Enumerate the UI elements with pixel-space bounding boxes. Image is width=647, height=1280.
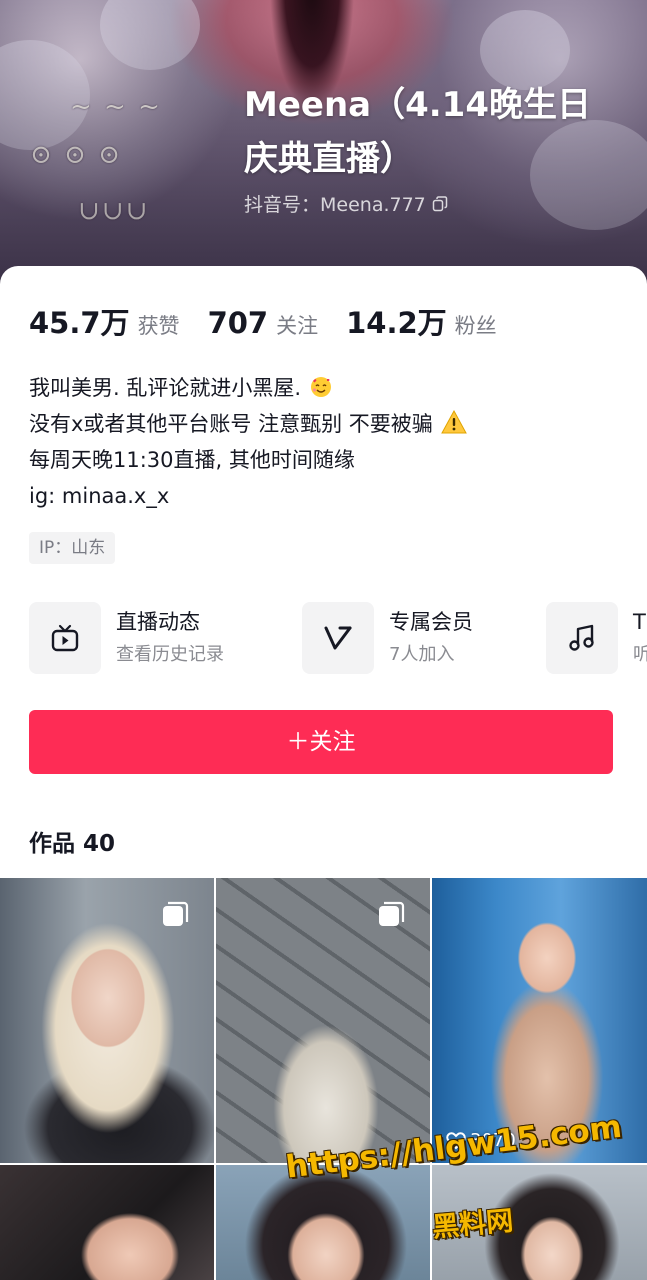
multi-image-icon — [163, 901, 189, 926]
music-note-icon — [569, 624, 594, 651]
stat-following[interactable]: 707 关注 — [208, 306, 319, 340]
warning-icon — [441, 410, 468, 434]
video-thumbnail[interactable] — [0, 1165, 214, 1280]
video-thumbnail[interactable] — [216, 878, 430, 1163]
bio-line-1: 我叫美男. 乱评论就进小黑屋. — [29, 376, 302, 400]
video-grid: 3070 — [0, 878, 647, 1280]
stats-bar: 45.7万 获赞 707 关注 14.2万 粉丝 — [29, 300, 525, 342]
stat-followers[interactable]: 14.2万 粉丝 — [346, 300, 497, 342]
tv-icon — [51, 624, 79, 652]
bio: 我叫美男. 乱评论就进小黑屋. 没有x或者其他平台账号 注意甄别 不要被骗 每周… — [29, 370, 629, 514]
profile-name: Meena（4.14晚生日 庆典直播） — [244, 85, 591, 179]
video-thumbnail[interactable] — [0, 878, 214, 1163]
feature-entries: 直播动态 查看历史记录 专属会员 7人加入 T 听 — [29, 602, 647, 674]
watermark-label: 黑料网 — [431, 1205, 515, 1244]
multi-image-icon — [379, 901, 405, 926]
follow-button[interactable]: ＋关注 — [29, 710, 613, 774]
works-tab-title[interactable]: 作品 40 — [29, 824, 115, 858]
bio-line-4: ig: minaa.x_x — [29, 484, 170, 508]
feature-live-history[interactable]: 直播动态 查看历史记录 — [29, 602, 224, 674]
stat-likes[interactable]: 45.7万 获赞 — [29, 300, 180, 342]
ip-location-tag: IP：山东 — [29, 532, 116, 564]
feature-music[interactable]: T 听 — [546, 602, 647, 674]
douyin-id[interactable]: 抖音号：Meena.777 — [244, 190, 448, 217]
copy-icon[interactable] — [432, 195, 448, 212]
video-thumbnail[interactable] — [216, 1165, 430, 1280]
bio-line-2: 没有x或者其他平台账号 注意甄别 不要被骗 — [29, 412, 433, 436]
smiling-face-with-hearts-icon — [310, 377, 331, 397]
feature-membership[interactable]: 专属会员 7人加入 — [302, 602, 473, 674]
bio-line-3: 每周天晚11:30直播, 其他时间随缘 — [29, 448, 355, 472]
v-badge-icon — [324, 626, 352, 650]
